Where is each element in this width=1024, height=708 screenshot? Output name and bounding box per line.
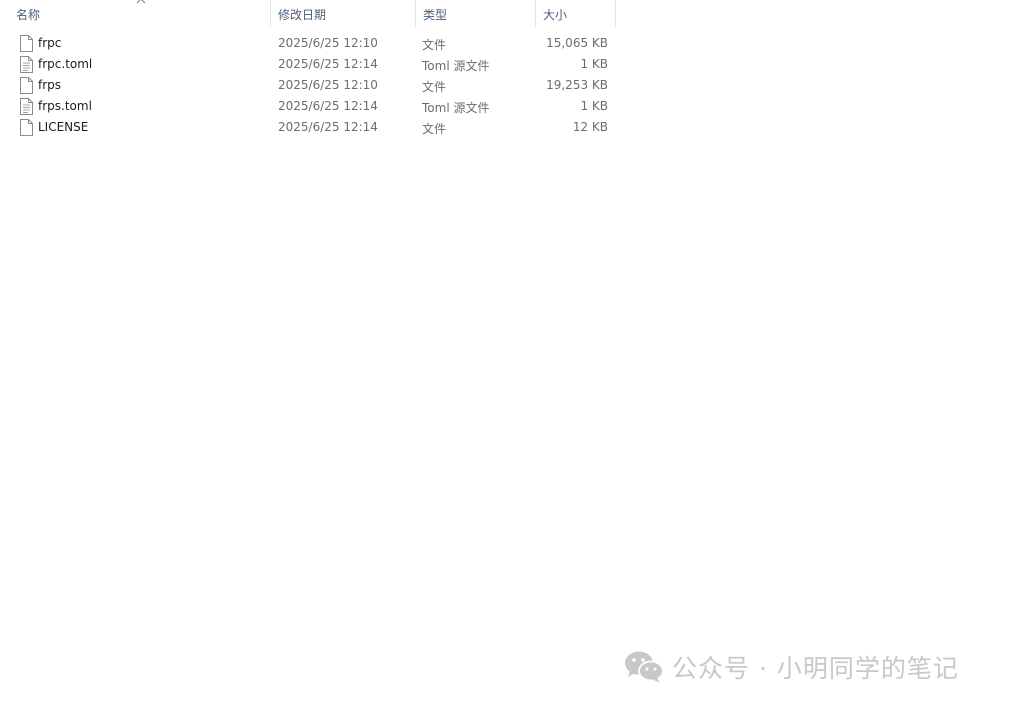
file-type: 文件 <box>422 38 447 52</box>
file-size: 19,253 KB <box>546 78 608 92</box>
column-header-name[interactable]: 名称 <box>0 0 271 27</box>
file-type: 文件 <box>422 122 447 136</box>
file-name: LICENSE <box>38 120 89 134</box>
column-header-date[interactable]: 修改日期 <box>271 0 416 27</box>
file-name: frpc <box>38 36 62 50</box>
file-row[interactable]: frps.toml 2025/6/25 12:14 Toml 源文件 1 KB <box>0 96 616 117</box>
file-icon <box>20 35 33 52</box>
file-date: 2025/6/25 12:10 <box>278 36 378 50</box>
file-date: 2025/6/25 12:10 <box>278 78 378 92</box>
file-size: 15,065 KB <box>546 36 608 50</box>
file-size: 1 KB <box>580 57 608 71</box>
watermark-text: 公众号 · 小明同学的笔记 <box>672 654 959 683</box>
wechat-icon <box>625 651 664 683</box>
file-date: 2025/6/25 12:14 <box>278 120 378 134</box>
file-row[interactable]: frpc.toml 2025/6/25 12:14 Toml 源文件 1 KB <box>0 54 616 75</box>
file-type: Toml 源文件 <box>422 101 490 115</box>
text-file-icon <box>20 56 33 73</box>
watermark: 公众号 · 小明同学的笔记 <box>624 648 959 686</box>
file-row[interactable]: frps 2025/6/25 12:10 文件 19,253 KB <box>0 75 616 96</box>
file-date: 2025/6/25 12:14 <box>278 99 378 113</box>
file-name: frps.toml <box>38 99 92 113</box>
file-type: Toml 源文件 <box>422 59 490 73</box>
column-header-type-label: 类型 <box>423 8 448 22</box>
file-name: frpc.toml <box>38 57 93 71</box>
column-header-name-label: 名称 <box>16 8 41 22</box>
file-type: 文件 <box>422 80 447 94</box>
column-header-date-label: 修改日期 <box>278 8 327 22</box>
file-size: 1 KB <box>580 99 608 113</box>
file-row[interactable]: LICENSE 2025/6/25 12:14 文件 12 KB <box>0 117 616 138</box>
column-header-size-label: 大小 <box>543 8 568 22</box>
column-header-size[interactable]: 大小 <box>536 0 616 27</box>
file-date: 2025/6/25 12:14 <box>278 57 378 71</box>
file-icon <box>20 77 33 94</box>
file-name: frps <box>38 78 62 92</box>
column-header: 名称 修改日期 类型 大小 <box>0 0 616 27</box>
file-icon <box>20 119 33 136</box>
file-size: 12 KB <box>572 120 608 134</box>
file-list: frpc 2025/6/25 12:10 文件 15,065 KB frpc.t… <box>0 33 616 138</box>
column-header-type[interactable]: 类型 <box>416 0 536 27</box>
sort-up-icon <box>136 0 146 4</box>
text-file-icon <box>20 98 33 115</box>
file-row[interactable]: frpc 2025/6/25 12:10 文件 15,065 KB <box>0 33 616 54</box>
file-explorer: 名称 修改日期 类型 大小 frpc 2025/6/25 12:10 文件 15… <box>0 0 1024 708</box>
